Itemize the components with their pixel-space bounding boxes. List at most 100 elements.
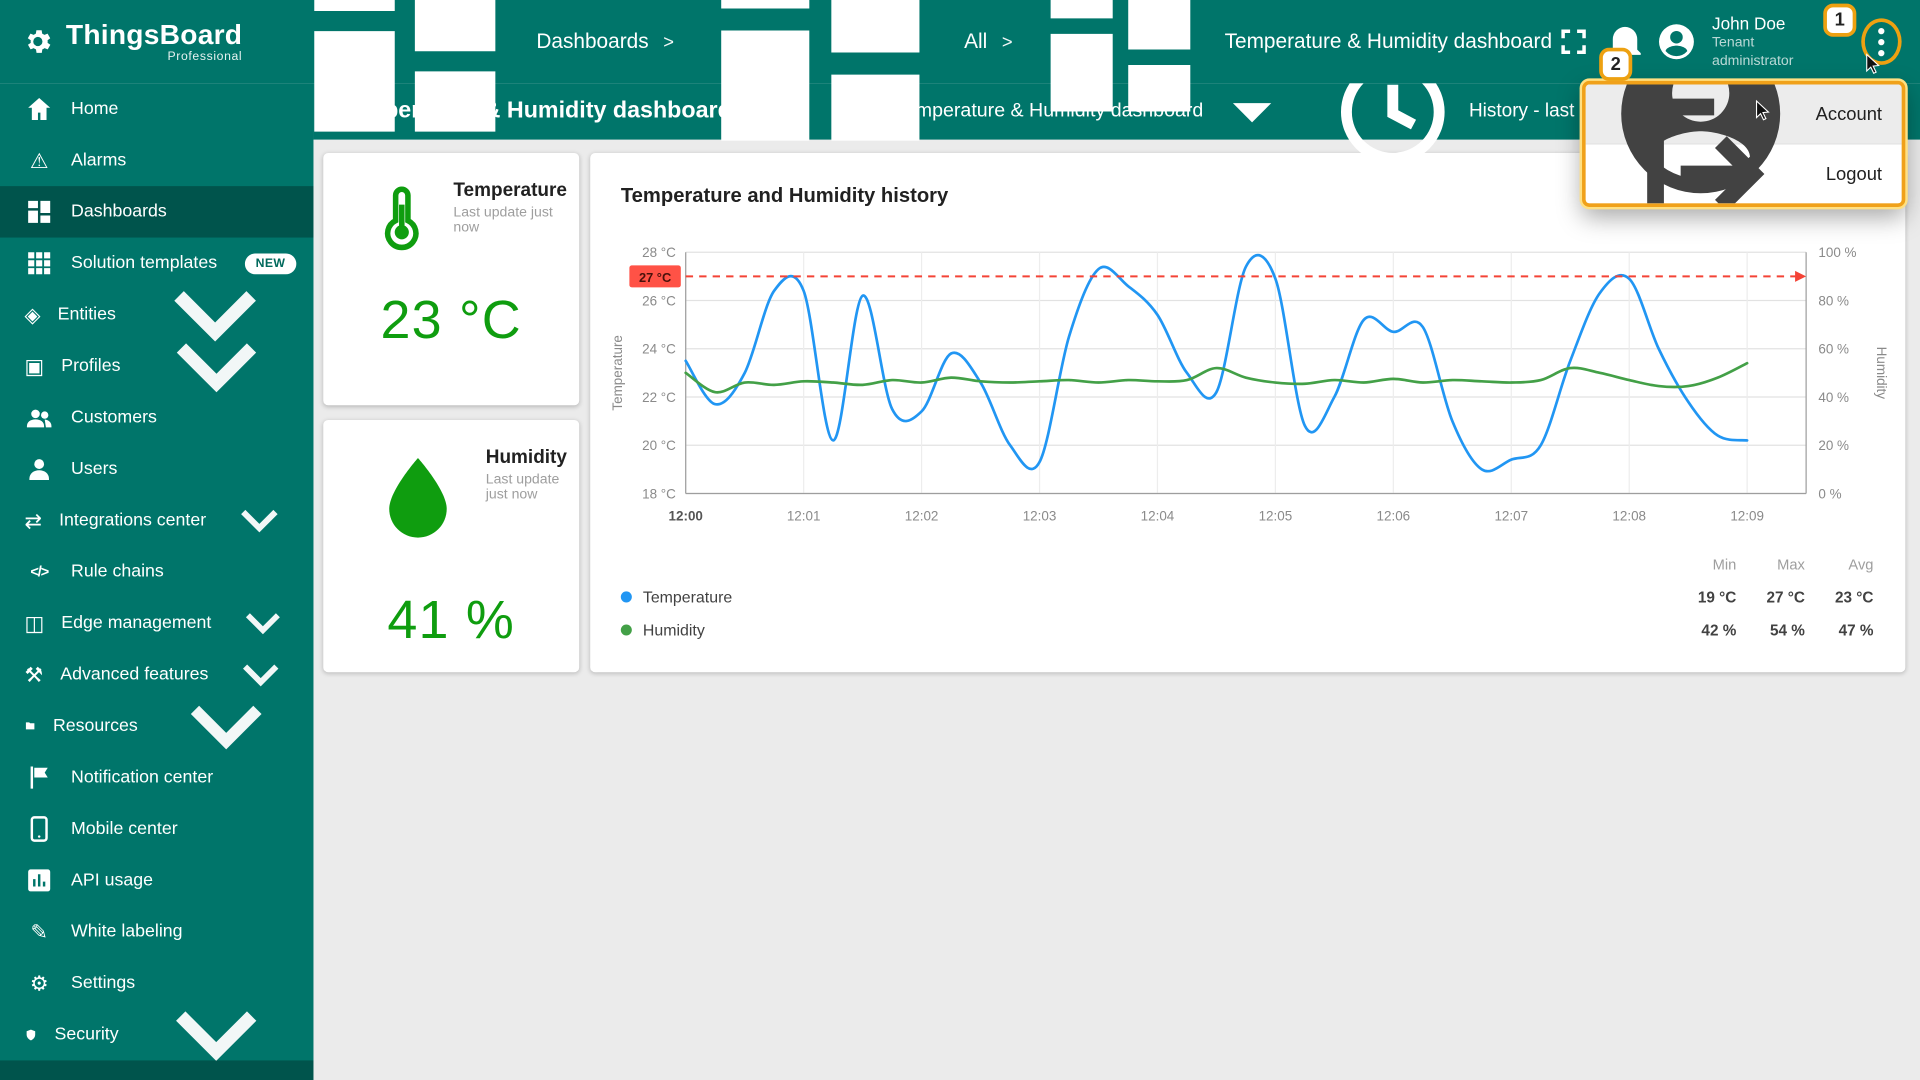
dashboards-icon — [24, 197, 53, 226]
dashboard-icon — [689, 0, 953, 174]
humidity-value: 41 % — [387, 589, 516, 650]
svg-text:27 °C: 27 °C — [639, 270, 671, 285]
stat-value: 54 % — [1769, 621, 1805, 639]
humidity-widget: Humidity Last update just now 41 % — [323, 419, 580, 673]
advanced-features-icon: ⚒ — [24, 663, 44, 687]
dashboard-content: Temperature Last update just now 23 °C H… — [313, 139, 1920, 1080]
rule-chains-icon: </> — [30, 563, 49, 581]
svg-text:0 %: 0 % — [1818, 486, 1841, 501]
sidebar-item-partial — [0, 1060, 314, 1080]
thingsboard-logo[interactable]: ThingsBoard Professional — [0, 20, 242, 63]
user-name: John Doe — [1712, 13, 1786, 33]
chevron-down-icon — [138, 287, 297, 446]
stat-value: 42 % — [1701, 621, 1737, 639]
svg-text:18 °C: 18 °C — [642, 486, 676, 501]
widget-title: Temperature — [453, 179, 567, 201]
security-icon — [24, 1028, 37, 1041]
svg-text:80 %: 80 % — [1818, 293, 1849, 308]
svg-text:12:06: 12:06 — [1377, 508, 1411, 523]
sidebar-item-white-labeling[interactable]: ✎ White labeling — [0, 906, 313, 957]
svg-text:12:01: 12:01 — [787, 508, 821, 523]
svg-text:24 °C: 24 °C — [642, 342, 676, 357]
legend-humidity[interactable]: Humidity — [620, 613, 1668, 646]
breadcrumb-dashboards[interactable]: Dashboards — [284, 0, 649, 162]
solution-templates-icon — [24, 249, 53, 278]
sidebar-item-home[interactable]: Home — [0, 83, 313, 134]
notification-center-icon — [24, 763, 53, 792]
callout-1-badge: 1 — [1823, 3, 1857, 37]
fullscreen-icon — [1552, 21, 1594, 63]
stats-header: Avg — [1848, 555, 1874, 573]
breadcrumb-current-dashboard[interactable]: Temperature & Humidity dashboard — [1027, 0, 1552, 135]
logout-icon — [1605, 84, 1806, 204]
legend-temperature[interactable]: Temperature — [620, 580, 1668, 613]
chart-legend-stats: Min Max Avg Temperature 19 °C 27 °C 23 °C Humid… — [620, 547, 1874, 646]
history-chart-widget: Temperature and Humidity history 27 °C 28… — [590, 153, 1906, 673]
breadcrumb: Dashboards > All > Temperature & Humidit… — [284, 0, 1552, 174]
app-root: ThingsBoard Professional Dashboards > Al… — [0, 0, 1920, 1080]
svg-text:26 °C: 26 °C — [642, 293, 676, 308]
user-role: Tenant administrator — [1712, 35, 1794, 69]
svg-text:12:03: 12:03 — [1023, 508, 1057, 523]
line-chart: 27 °C 28 °C 26 °C 24 °C 22 °C 20 °C 18 °C 100 %… — [590, 234, 1889, 534]
entities-icon: ◈ — [24, 303, 41, 327]
user-dropdown-menu: Account Logout — [1582, 80, 1906, 207]
svg-text:100 %: 100 % — [1818, 245, 1856, 260]
edge-management-icon: ◫ — [24, 611, 45, 635]
svg-text:12:05: 12:05 — [1259, 508, 1293, 523]
fullscreen-button[interactable] — [1552, 17, 1594, 66]
temperature-widget: Temperature Last update just now 23 °C — [323, 153, 580, 406]
account-circle-icon — [1655, 21, 1697, 63]
chevron-down-icon — [155, 655, 296, 796]
svg-text:22 °C: 22 °C — [642, 390, 676, 405]
menu-item-logout[interactable]: Logout — [1585, 98, 1902, 204]
svg-text:40 %: 40 % — [1818, 390, 1849, 405]
sidebar-item-api-usage[interactable]: API usage — [0, 855, 313, 906]
legend-dot — [620, 591, 632, 603]
mobile-center-icon — [24, 814, 53, 843]
app-edition: Professional — [167, 49, 243, 64]
cursor-icon — [1751, 98, 1773, 122]
sidebar-item-dashboards[interactable]: Dashboards — [0, 186, 314, 238]
sidebar-item-integrations-center[interactable]: ⇄ Integrations center — [0, 495, 313, 546]
svg-text:12:09: 12:09 — [1730, 508, 1764, 523]
breadcrumb-separator: > — [1001, 31, 1013, 53]
widget-title: Humidity — [485, 446, 567, 468]
user-info: John Doe Tenant administrator — [1712, 13, 1821, 70]
white-labeling-icon: ✎ — [30, 920, 48, 944]
sidebar-menu: Home ⚠ Alarms Dashboards Solution templates N… — [0, 83, 314, 1062]
dashboard-icon — [284, 0, 525, 162]
sidebar-item-security[interactable]: Security — [0, 1009, 313, 1062]
thermometer-icon — [365, 180, 439, 254]
sidebar-item-alarms[interactable]: ⚠ Alarms — [0, 135, 313, 186]
sidebar-item-resources[interactable]: Resources — [0, 700, 313, 751]
legend-dot — [620, 624, 632, 636]
api-usage-icon — [24, 866, 53, 895]
svg-text:28 °C: 28 °C — [642, 245, 676, 260]
alarms-icon: ⚠ — [29, 148, 49, 173]
svg-text:12:08: 12:08 — [1612, 508, 1646, 523]
widget-subtitle: Last update just now — [485, 472, 560, 503]
home-icon — [24, 94, 53, 123]
chevron-down-icon — [223, 484, 296, 557]
stat-value: 23 °C — [1835, 588, 1874, 606]
svg-text:Humidity: Humidity — [1874, 347, 1888, 400]
user-avatar[interactable] — [1655, 17, 1697, 66]
profiles-icon: ▣ — [24, 354, 45, 378]
callout-2-badge: 2 — [1599, 47, 1633, 81]
settings-icon: ⚙ — [29, 971, 49, 995]
breadcrumb-all[interactable]: All — [689, 0, 987, 174]
integrations-center-icon: ⇄ — [24, 508, 42, 533]
customers-icon — [24, 403, 53, 432]
sidebar-item-mobile-center[interactable]: Mobile center — [0, 803, 313, 854]
dashboard-icon — [1027, 0, 1213, 135]
sidebar-item-profiles[interactable]: ▣ Profiles — [0, 340, 313, 393]
resources-icon — [24, 720, 35, 731]
app-name: ThingsBoard — [65, 17, 243, 50]
stats-header: Max — [1777, 555, 1805, 573]
temperature-value: 23 °C — [380, 290, 522, 351]
svg-text:12:07: 12:07 — [1494, 508, 1528, 523]
svg-text:Temperature: Temperature — [610, 335, 625, 411]
svg-text:20 %: 20 % — [1818, 438, 1849, 453]
sidebar: Home ⚠ Alarms Dashboards Solution templates N… — [0, 83, 314, 1080]
